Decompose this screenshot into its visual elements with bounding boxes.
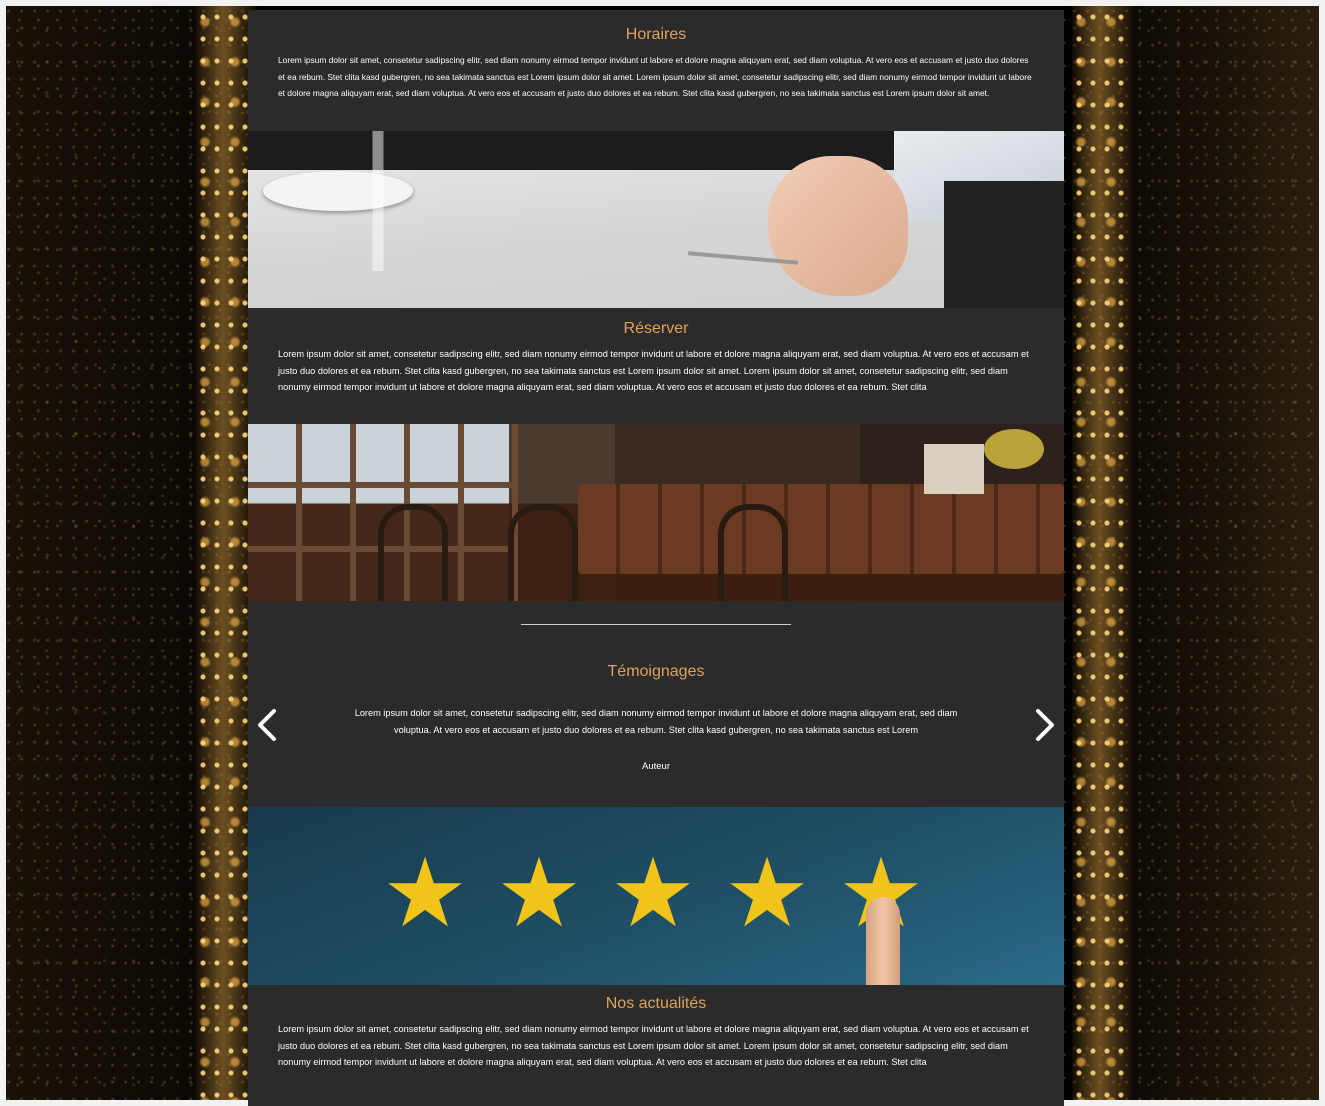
carousel-next-button[interactable] (1032, 708, 1058, 742)
main-content-column: Horaires Lorem ipsum dolor sit amet, con… (248, 10, 1064, 1106)
star-icon: ★ (496, 837, 583, 949)
chevron-left-icon (258, 709, 276, 741)
actualites-text: Lorem ipsum dolor sit amet, consetetur s… (278, 1024, 1029, 1067)
finger-shape (866, 897, 900, 985)
testimonial-author: Auteur (642, 761, 670, 772)
chevron-right-icon (1036, 709, 1054, 741)
reserver-section: Réserver Lorem ipsum dolor sit amet, con… (248, 308, 1064, 424)
horaires-section: Horaires Lorem ipsum dolor sit amet, con… (248, 10, 1064, 131)
horaires-title: Horaires (625, 26, 687, 43)
actualites-title: Nos actualités (605, 995, 707, 1012)
five-star-rating-image: ★ ★ ★ ★ ★ (248, 807, 1064, 985)
reserver-text: Lorem ipsum dolor sit amet, consetetur s… (278, 349, 1029, 392)
gold-sparkle-border-right (1072, 6, 1132, 1100)
wine-glass-shape (343, 131, 413, 271)
chair-shape (718, 504, 788, 601)
star-icon: ★ (724, 837, 811, 949)
menu-card-shape (924, 444, 984, 494)
plant-shape (984, 429, 1044, 469)
testimonials-carousel: Témoignages Lorem ipsum dolor sit amet, … (248, 625, 1064, 807)
horaires-text: Lorem ipsum dolor sit amet, consetetur s… (278, 55, 1032, 98)
restaurant-interior-image (248, 424, 1064, 601)
table-setting-image (248, 131, 1064, 308)
star-icon: ★ (382, 837, 469, 949)
waiter-vest-shape (944, 181, 1064, 308)
star-icon: ★ (610, 837, 697, 949)
hand-shape (768, 156, 908, 296)
chair-shape (378, 504, 448, 601)
carousel-prev-button[interactable] (254, 708, 280, 742)
testimonial-text: Lorem ipsum dolor sit amet, consetetur s… (354, 708, 958, 735)
actualites-section: Nos actualités Lorem ipsum dolor sit ame… (248, 985, 1064, 1085)
booth-seating-shape (578, 484, 1064, 574)
chair-shape (508, 504, 578, 601)
temoignages-title: Témoignages (607, 663, 705, 680)
gold-sparkle-border-left (196, 6, 256, 1100)
reserver-title: Réserver (623, 320, 689, 337)
